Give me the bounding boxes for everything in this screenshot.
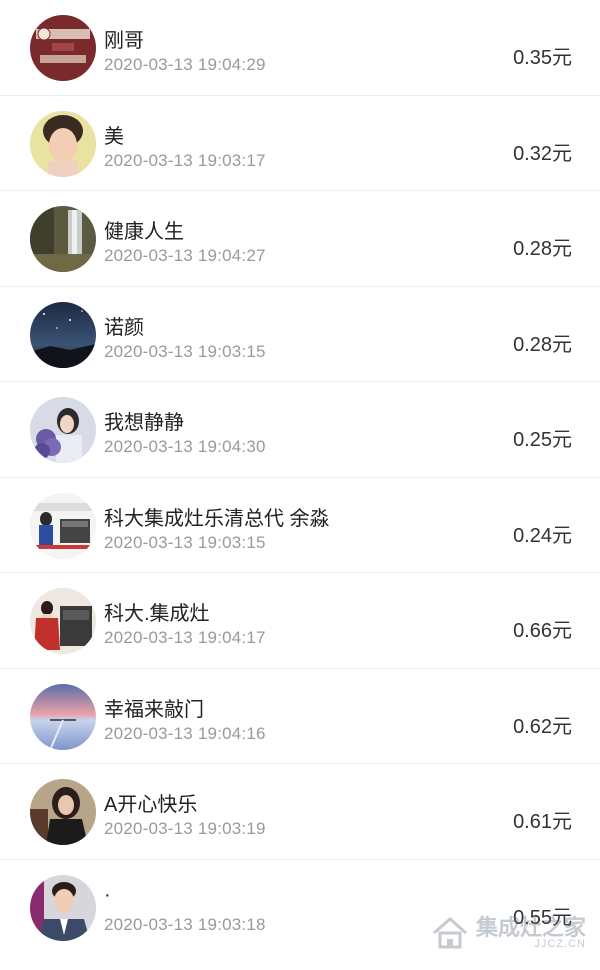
user-name: 科大.集成灶: [104, 603, 210, 625]
list-item[interactable]: 刚哥 2020-03-13 19:04:29 0.35元: [0, 0, 600, 96]
timestamp: 2020-03-13 19:03:15: [104, 532, 266, 552]
sunset-lake-avatar[interactable]: [30, 683, 96, 750]
reward-amount: 0.25元: [513, 429, 572, 451]
reward-amount: 0.62元: [513, 715, 572, 738]
reward-amount: 0.55元: [513, 906, 572, 929]
man-suit-avatar[interactable]: [30, 874, 96, 941]
user-name: 我想静静: [104, 412, 184, 434]
girl-with-flowers-avatar[interactable]: [30, 397, 96, 463]
timestamp: 2020-03-13 19:04:30: [104, 437, 266, 456]
timestamp: 2020-03-13 19:03:18: [104, 914, 266, 934]
timestamp: 2020-03-13 19:04:29: [104, 55, 266, 74]
list-item[interactable]: 我想静静 2020-03-13 19:04:30 0.25元: [0, 382, 600, 478]
night-sky-avatar[interactable]: [30, 301, 96, 368]
reward-amount: 0.28元: [513, 238, 572, 260]
reward-amount: 0.35元: [513, 47, 572, 69]
waterfall-landscape-avatar[interactable]: [30, 206, 96, 272]
kitchen-stove-avatar[interactable]: [30, 588, 96, 654]
user-name: 科大集成灶乐清总代 余淼: [104, 507, 330, 530]
timestamp: 2020-03-13 19:04:27: [104, 246, 266, 265]
reward-amount: 0.28元: [513, 333, 572, 356]
user-name: 美: [104, 125, 124, 148]
woman-portrait-avatar[interactable]: [30, 110, 96, 177]
timestamp: 2020-03-13 19:04:16: [104, 723, 266, 743]
reward-amount: 0.61元: [513, 811, 572, 833]
timestamp: 2020-03-13 19:03:17: [104, 150, 266, 170]
list-item[interactable]: 健康人生 2020-03-13 19:04:27 0.28元: [0, 191, 600, 287]
list-item[interactable]: 美 2020-03-13 19:03:17 0.32元: [0, 96, 600, 191]
kitchen-store-avatar[interactable]: [30, 492, 96, 559]
list-item[interactable]: 诺颜 2020-03-13 19:03:15 0.28元: [0, 287, 600, 382]
list-item[interactable]: 科大.集成灶 2020-03-13 19:04:17 0.66元: [0, 573, 600, 669]
user-name: A开心快乐: [104, 794, 198, 816]
timestamp: 2020-03-13 19:04:17: [104, 628, 266, 647]
reward-amount: 0.66元: [513, 620, 572, 642]
reward-amount: 0.32元: [513, 142, 572, 165]
timestamp: 2020-03-13 19:03:15: [104, 341, 266, 361]
reward-amount: 0.24元: [513, 524, 572, 547]
list-item[interactable]: 幸福来敲门 2020-03-13 19:04:16 0.62元: [0, 669, 600, 764]
user-name: 健康人生: [104, 221, 184, 243]
user-name: 诺颜: [104, 316, 144, 339]
user-name: ·: [104, 883, 111, 906]
list-item[interactable]: · 2020-03-13 19:03:18 0.55元: [0, 860, 600, 956]
timestamp: 2020-03-13 19:03:19: [104, 819, 266, 838]
user-name: 刚哥: [104, 30, 144, 52]
list-item[interactable]: A开心快乐 2020-03-13 19:03:19 0.61元: [0, 764, 600, 860]
user-name: 幸福来敲门: [104, 698, 204, 721]
list-item[interactable]: 科大集成灶乐清总代 余淼 2020-03-13 19:03:15 0.24元: [0, 478, 600, 573]
reward-list: 刚哥 2020-03-13 19:04:29 0.35元 美 2020-03-1…: [0, 0, 600, 955]
woman-dark-hair-avatar[interactable]: [30, 779, 96, 845]
seal-stamp-avatar[interactable]: [30, 15, 96, 81]
